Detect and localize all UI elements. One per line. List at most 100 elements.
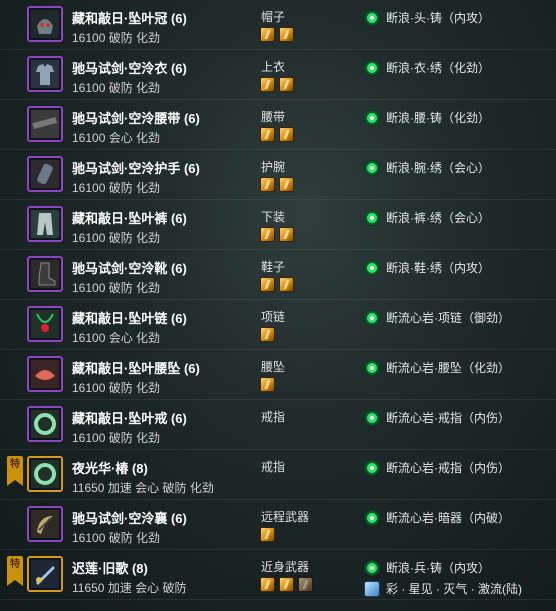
enchant-icon[interactable] (364, 359, 380, 376)
gem-icon[interactable] (279, 577, 294, 592)
enchant-text: 断浪·鞋·绣（内攻） (386, 261, 490, 275)
gem-slots (260, 527, 275, 542)
gem-icon[interactable] (298, 577, 313, 592)
gem-slots (260, 277, 294, 292)
equipment-row[interactable]: 驰马试剑·空泠襄 (6) 16100 破防 化劲 远程武器 断流心岩·暗器（内破） (0, 500, 556, 550)
gem-icon[interactable] (260, 127, 275, 142)
enchant-text: 断浪·头·铸（内攻） (386, 11, 490, 25)
item-slot: 戒指 (261, 460, 286, 474)
equipment-row[interactable]: 驰马试剑·空泠衣 (6) 16100 破防 化劲 上衣 断浪·衣·绣（化劲） (0, 50, 556, 100)
equipment-row[interactable]: 驰马试剑·空泠护手 (6) 16100 破防 化劲 护腕 断浪·腕·绣（会心） (0, 150, 556, 200)
item-slot: 下装 (261, 210, 286, 224)
enchant-icon[interactable] (364, 209, 380, 226)
enchant-icon[interactable] (364, 409, 380, 426)
enchant-text: 断流心岩·戒指（内伤） (386, 461, 510, 475)
melee-weapon-icon[interactable] (27, 556, 63, 592)
item-slot: 腰坠 (261, 360, 286, 374)
equipment-row[interactable]: 藏和敲日·坠叶腰坠 (6) 16100 破防 化劲 腰坠 断流心岩·腰坠（化劲） (0, 350, 556, 400)
enchant-icon[interactable] (364, 509, 380, 526)
enchant-text: 断浪·腕·绣（会心） (386, 161, 490, 175)
item-name: 驰马试剑·空泠护手 (6) (72, 161, 200, 176)
equipment-row[interactable]: 藏和敲日·坠叶冠 (6) 16100 破防 化劲 帽子 断浪·头·铸（内攻） (0, 0, 556, 50)
item-name: 藏和敲日·坠叶戒 (6) (72, 411, 187, 426)
item-slot: 腰带 (261, 110, 286, 124)
enchant-icon[interactable] (364, 59, 380, 76)
bracer-icon[interactable] (27, 156, 63, 192)
enchant: 断流心岩·暗器（内破） (364, 509, 510, 526)
enchant: 断浪·兵·铸（内攻） (364, 559, 490, 576)
item-name: 藏和敲日·坠叶腰坠 (6) (72, 361, 200, 376)
item-name: 迟莲·旧歌 (8) (72, 561, 148, 576)
item-slot: 近身武器 (261, 560, 310, 574)
ring-icon[interactable] (27, 406, 63, 442)
enchant-icon[interactable] (364, 459, 380, 476)
item-stats: 16100 破防 化劲 (72, 181, 161, 195)
gem-icon[interactable] (260, 27, 275, 42)
necklace-icon[interactable] (27, 306, 63, 342)
enchant-text: 断流心岩·戒指（内伤） (386, 411, 510, 425)
armor-icon[interactable] (27, 56, 63, 92)
item-slot: 项链 (261, 310, 286, 324)
enhancement-icon[interactable] (364, 580, 380, 597)
gem-icon[interactable] (260, 377, 275, 392)
item-name: 驰马试剑·空泠靴 (6) (72, 261, 187, 276)
enchant-text: 断流心岩·腰坠（化劲） (386, 361, 510, 375)
enchant: 断浪·腰·铸（化劲） (364, 109, 490, 126)
ring-icon[interactable] (27, 456, 63, 492)
pendant-icon[interactable] (27, 356, 63, 392)
boots-icon[interactable] (27, 256, 63, 292)
gem-icon[interactable] (279, 127, 294, 142)
belt-icon[interactable] (27, 106, 63, 142)
item-stats: 16100 破防 化劲 (72, 31, 161, 45)
ranged-weapon-icon[interactable] (27, 506, 63, 542)
enchant: 断浪·衣·绣（化劲） (364, 59, 490, 76)
gem-icon[interactable] (260, 277, 275, 292)
enchant-icon[interactable] (364, 159, 380, 176)
gem-icon[interactable] (260, 577, 275, 592)
gem-icon[interactable] (260, 77, 275, 92)
item-name: 驰马试剑·空泠襄 (6) (72, 511, 187, 526)
enchant: 断浪·头·铸（内攻） (364, 9, 490, 26)
item-slot: 护腕 (261, 160, 286, 174)
item-slot: 上衣 (261, 60, 286, 74)
item-name: 藏和敲日·坠叶冠 (6) (72, 11, 187, 26)
gem-slots (260, 127, 294, 142)
enchant: 断浪·腕·绣（会心） (364, 159, 490, 176)
equipment-row[interactable]: 藏和敲日·坠叶戒 (6) 16100 破防 化劲 戒指 断流心岩·戒指（内伤） (0, 400, 556, 450)
enchant-text: 断浪·衣·绣（化劲） (386, 61, 490, 75)
equipment-row[interactable]: 藏和敲日·坠叶裤 (6) 16100 破防 化劲 下装 断浪·裤·绣（会心） (0, 200, 556, 250)
equipment-row[interactable]: 藏和敲日·坠叶链 (6) 16100 会心 化劲 项链 断流心岩·项链（御劲） (0, 300, 556, 350)
enchant-icon[interactable] (364, 559, 380, 576)
enchant-icon[interactable] (364, 309, 380, 326)
equipment-row[interactable]: 特 夜光华·椿 (8) 11650 加速 会心 破防 化劲 戒指 断流心岩·戒指（内伤） (0, 450, 556, 500)
enchant: 断浪·裤·绣（会心） (364, 209, 490, 226)
enchant-icon[interactable] (364, 259, 380, 276)
weapon-enhancement: 彩 · 星见 · 灭气 · 激流(陆) (364, 580, 522, 597)
item-slot: 远程武器 (261, 510, 310, 524)
gem-icon[interactable] (279, 277, 294, 292)
gem-icon[interactable] (279, 77, 294, 92)
equipment-row[interactable]: 驰马试剑·空泠靴 (6) 16100 破防 化劲 鞋子 断浪·鞋·绣（内攻） (0, 250, 556, 300)
item-slot: 帽子 (261, 10, 286, 24)
gem-slots (260, 77, 294, 92)
equipment-row[interactable]: 驰马试剑·空泠腰带 (6) 16100 会心 化劲 腰带 断浪·腰·铸（化劲） (0, 100, 556, 150)
pants-icon[interactable] (27, 206, 63, 242)
item-slot: 戒指 (261, 410, 286, 424)
enchant: 断流心岩·戒指（内伤） (364, 409, 510, 426)
item-name: 驰马试剑·空泠腰带 (6) (72, 111, 200, 126)
helmet-icon[interactable] (27, 6, 63, 42)
gem-slots (260, 227, 294, 242)
gem-icon[interactable] (260, 227, 275, 242)
gem-icon[interactable] (260, 177, 275, 192)
gem-icon[interactable] (279, 177, 294, 192)
item-name: 驰马试剑·空泠衣 (6) (72, 61, 187, 76)
enchant: 断流心岩·项链（御劲） (364, 309, 510, 326)
enhancement-text: 彩 · 星见 · 灭气 · 激流(陆) (386, 582, 522, 596)
enchant-icon[interactable] (364, 9, 380, 26)
gem-icon[interactable] (260, 527, 275, 542)
equipment-row[interactable]: 特 迟莲·旧歌 (8) 11650 加速 会心 破防 近身武器 断浪·兵·铸（内攻） 彩 … (0, 550, 556, 600)
gem-icon[interactable] (279, 227, 294, 242)
gem-icon[interactable] (260, 327, 275, 342)
gem-icon[interactable] (279, 27, 294, 42)
enchant-icon[interactable] (364, 109, 380, 126)
